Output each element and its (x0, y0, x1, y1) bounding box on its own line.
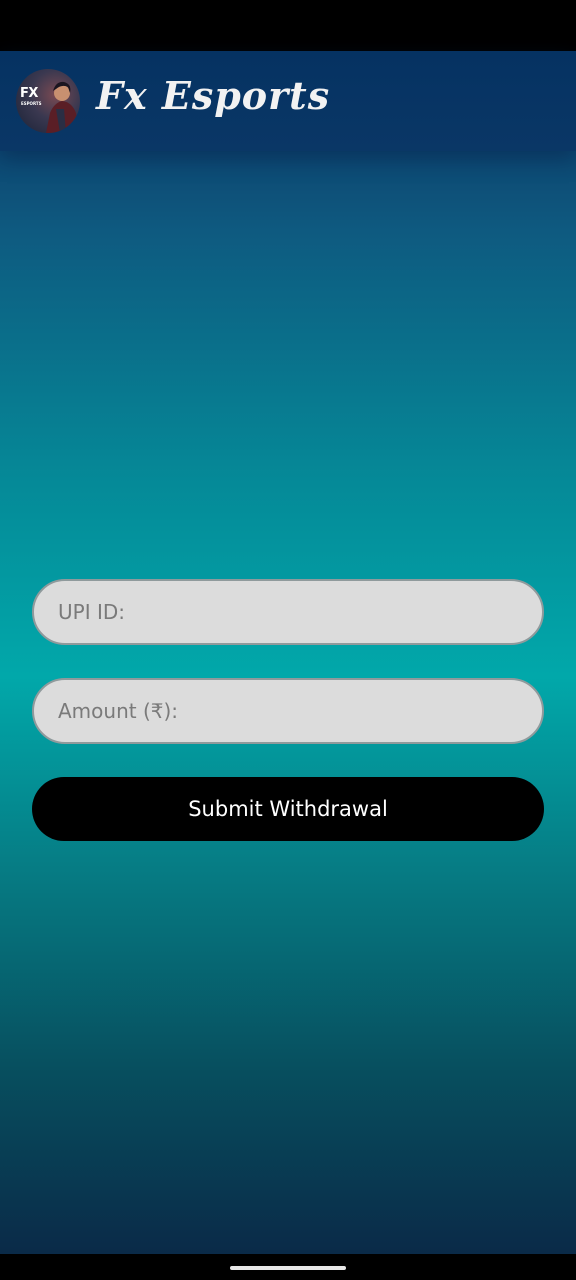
main-content: FX ESPORTS Fx Esports Submit Withdrawal (0, 51, 576, 1254)
upi-id-input[interactable] (32, 579, 544, 645)
home-indicator[interactable] (230, 1266, 346, 1270)
status-bar (0, 0, 576, 51)
logo-text: FX (20, 86, 38, 101)
system-nav-bar (0, 1254, 576, 1280)
amount-input[interactable] (32, 678, 544, 744)
submit-withdrawal-button[interactable]: Submit Withdrawal (32, 777, 544, 841)
app-logo: FX ESPORTS (16, 69, 80, 133)
app-screen: FX ESPORTS Fx Esports Submit Withdrawal (0, 0, 576, 1280)
logo-subtext: ESPORTS (21, 101, 42, 106)
app-header: FX ESPORTS Fx Esports (0, 51, 576, 151)
app-title: Fx Esports (96, 73, 331, 118)
